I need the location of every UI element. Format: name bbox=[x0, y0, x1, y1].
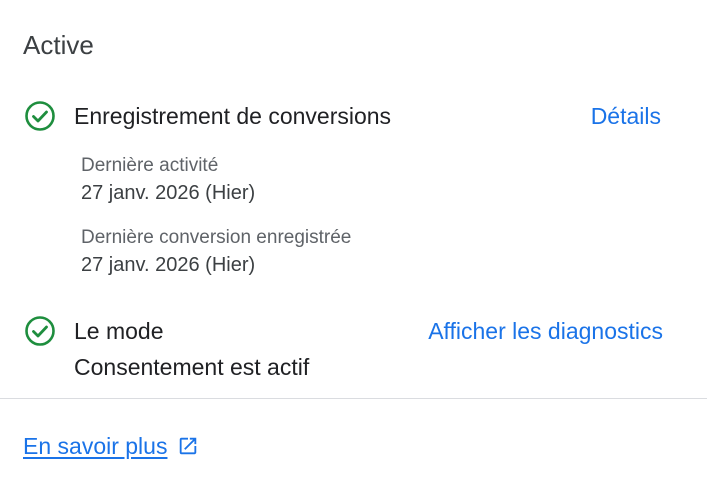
show-diagnostics-link[interactable]: Afficher les diagnostics bbox=[428, 313, 663, 349]
last-conversion-label: Dernière conversion enregistrée bbox=[81, 227, 352, 248]
external-link-icon bbox=[177, 435, 199, 457]
divider bbox=[0, 398, 707, 399]
learn-more-link[interactable]: En savoir plus bbox=[23, 429, 199, 463]
last-conversion-block: Dernière conversion enregistrée 27 janv.… bbox=[81, 225, 351, 279]
check-circle-icon bbox=[23, 99, 57, 133]
details-link[interactable]: Détails bbox=[591, 98, 661, 134]
consent-mode-title-line2: Consentement est actif bbox=[74, 354, 310, 380]
learn-more-label: En savoir plus bbox=[23, 433, 168, 459]
conversion-tracking-title: Enregistrement de conversions bbox=[74, 103, 392, 129]
conversion-tracking-row: Enregistrement de conversions Détails De… bbox=[23, 98, 683, 288]
section-title: Active bbox=[23, 30, 94, 60]
last-conversion-value: 27 janv. 2026 (Hier) bbox=[81, 254, 256, 276]
consent-mode-title-line1: Le mode bbox=[74, 318, 164, 344]
last-activity-label: Dernière activité bbox=[81, 155, 219, 176]
check-circle-icon bbox=[23, 314, 57, 348]
status-panel: Active Enregistrement de conversions Dét… bbox=[0, 0, 707, 486]
last-activity-value: 27 janv. 2026 (Hier) bbox=[81, 182, 256, 204]
consent-mode-row: Le mode Consentement est actif Afficher … bbox=[23, 313, 683, 385]
last-activity-block: Dernière activité 27 janv. 2026 (Hier) bbox=[81, 153, 255, 207]
